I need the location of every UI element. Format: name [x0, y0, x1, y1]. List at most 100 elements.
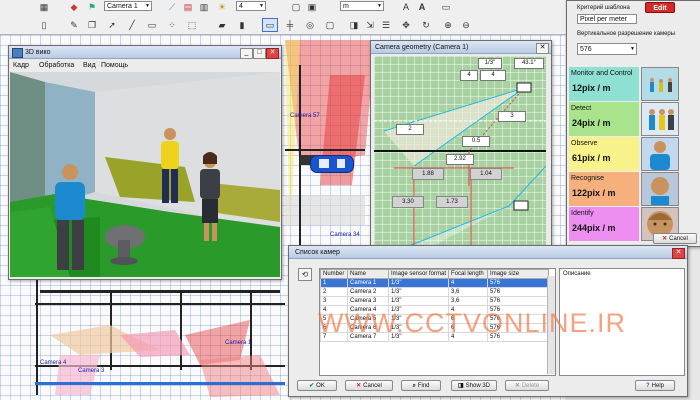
menu-item[interactable]: Обработка	[39, 60, 74, 71]
cancel-button[interactable]: ✕ Cancel	[653, 233, 697, 244]
near-right-field[interactable]: 1.04	[470, 168, 502, 180]
pencil-icon[interactable]: ✎	[66, 18, 82, 32]
grid-icon[interactable]: ▦	[36, 0, 52, 14]
criteria-combo-value: Pixel per meter	[580, 16, 628, 23]
level-detect[interactable]: Detect 24pix / m	[569, 102, 639, 136]
camera-list-title-bar[interactable]: Список камер	[289, 246, 687, 259]
menu-item[interactable]: Помощь	[101, 60, 128, 71]
help-button[interactable]: ? Help	[635, 380, 675, 391]
edit-button[interactable]: Edit	[645, 2, 675, 13]
table-row[interactable]: 1 Camera 1 1/3" 4 576	[320, 278, 549, 288]
list-icon[interactable]: ☰	[378, 18, 394, 32]
column-header[interactable]: Image sensor format	[387, 269, 450, 279]
near-left-field[interactable]: 1.88	[412, 168, 444, 180]
new-icon[interactable]: ▯	[36, 18, 52, 32]
ok-button[interactable]: ✔ OK	[297, 380, 337, 391]
camera-select[interactable]: Camera 1 ▼	[104, 1, 152, 11]
export-icon[interactable]: ⇲	[362, 18, 378, 32]
move-icon[interactable]: ✥	[398, 18, 414, 32]
sensor-field[interactable]: 1/3"	[478, 58, 502, 69]
level-identify[interactable]: Identify 244pix / m	[569, 207, 639, 241]
rectangle-icon[interactable]: ▭	[144, 18, 160, 32]
minimize-button[interactable]: _	[240, 48, 253, 59]
camera-tool-icon[interactable]: ▰	[214, 18, 230, 32]
unit-select[interactable]: m ▼	[340, 1, 384, 11]
window-tool-icon[interactable]: ▢	[322, 18, 338, 32]
level-value: 61pix / m	[572, 153, 611, 163]
color-icon[interactable]: ◆	[66, 0, 82, 14]
rotate-icon[interactable]: ↻	[418, 18, 434, 32]
camera-label[interactable]: Camera 34	[330, 232, 360, 238]
column-header[interactable]: Number	[320, 269, 348, 279]
delete-button[interactable]: ✕ Delete	[505, 380, 549, 391]
resolution-select[interactable]: 576 ▼	[577, 43, 637, 55]
target-icon[interactable]: ◎	[302, 18, 318, 32]
region-icon[interactable]: ⬚	[184, 18, 200, 32]
column-header[interactable]: Image size	[487, 269, 549, 279]
rectangle-select-icon[interactable]: ▭	[262, 18, 278, 32]
box-icon[interactable]: ▢	[288, 0, 304, 14]
line-icon[interactable]: ╱	[124, 18, 140, 32]
table-row[interactable]: 7 Camera 7 1/3" 4 576	[320, 332, 549, 342]
dots-icon[interactable]: ⁘	[164, 18, 180, 32]
split-icon[interactable]: ╪	[282, 18, 298, 32]
find-button[interactable]: ⌕ Find	[401, 380, 441, 391]
distance-select[interactable]: 3	[498, 111, 526, 122]
camera-label[interactable]: Camera 1	[225, 340, 251, 346]
camera-label[interactable]: Camera 3	[78, 368, 104, 374]
number-select[interactable]: 4 ▼	[236, 1, 266, 11]
table-row[interactable]: 3 Camera 3 1/3" 3,6 576	[320, 296, 549, 306]
width-field[interactable]: 2.92	[446, 154, 474, 165]
zoom-in-icon[interactable]: ⊕	[440, 18, 456, 32]
angle-field[interactable]: 43.1°	[514, 58, 544, 69]
text-bold-icon[interactable]: A	[414, 0, 430, 14]
3d-scene[interactable]	[10, 72, 280, 277]
offset-field[interactable]: 0.5	[462, 136, 490, 147]
close-button[interactable]: ✕	[672, 248, 685, 259]
cube-icon[interactable]: ◨	[346, 18, 362, 32]
far-right-field[interactable]: 1.73	[436, 196, 468, 208]
focal-field[interactable]: 4	[480, 70, 506, 81]
table-row[interactable]: 5 Camera 5 1/3" 6 576	[320, 314, 549, 324]
description-input[interactable]	[561, 281, 681, 371]
table-scrollbar[interactable]	[547, 276, 555, 374]
light-icon[interactable]: ☀	[214, 0, 230, 14]
cancel-button[interactable]: ✕ Cancel	[345, 380, 393, 391]
table-row[interactable]: 2 Camera 2 1/3" 3,6 576	[320, 287, 549, 297]
menu-item[interactable]: Кадр	[13, 60, 29, 71]
people-image-drawing	[650, 78, 672, 92]
table-cell: 3,6	[448, 296, 489, 306]
maximize-button[interactable]: □	[253, 48, 266, 59]
layers-icon[interactable]: ▥	[196, 0, 212, 14]
column-header[interactable]: Name	[347, 269, 389, 279]
height-select[interactable]: 2	[396, 124, 424, 135]
close-button[interactable]: ✕	[536, 43, 549, 54]
focal-select[interactable]: 4	[460, 70, 478, 81]
level-recognise[interactable]: Recognise 122pix / m	[569, 172, 639, 206]
geometry-title-bar[interactable]: Camera geometry (Camera 1)	[371, 41, 551, 54]
show-3d-button[interactable]: ◨ Show 3D	[451, 380, 497, 391]
close-button[interactable]: ✕	[266, 48, 279, 59]
table-row[interactable]: 4 Camera 4 1/3" 4 576	[320, 305, 549, 315]
camera-label[interactable]: Camera 57	[290, 113, 320, 119]
column-header[interactable]: Focal length	[448, 269, 489, 279]
level-observe[interactable]: Observe 61pix / m	[569, 137, 639, 171]
refresh-icon[interactable]: ⟲	[298, 268, 312, 281]
palette-icon[interactable]: ▤	[180, 0, 196, 14]
camera-label[interactable]: Camera 4	[40, 360, 66, 366]
far-left-field[interactable]: 3.30	[392, 196, 424, 208]
table-row[interactable]: 6 Camera 6 1/3" 6 576	[320, 323, 549, 333]
copy-icon[interactable]: ❐	[84, 18, 100, 32]
camera-icon[interactable]: ▣	[304, 0, 320, 14]
text-tool-icon[interactable]: A	[398, 0, 414, 14]
level-monitor[interactable]: Monitor and Control 12pix / m	[569, 67, 639, 101]
menu-item[interactable]: Вид	[83, 60, 96, 71]
wall-icon[interactable]: ▮	[234, 18, 250, 32]
camera-fov-icon[interactable]: ⟋	[164, 0, 180, 14]
criteria-combo[interactable]: Pixel per meter	[577, 14, 637, 24]
table-cell: 3,6	[448, 287, 489, 297]
zoom-out-icon[interactable]: ⊖	[458, 18, 474, 32]
window-icon[interactable]: ▭	[438, 0, 454, 14]
flag-icon[interactable]: ⚑	[84, 0, 100, 14]
pointer-icon[interactable]: ➚	[104, 18, 120, 32]
